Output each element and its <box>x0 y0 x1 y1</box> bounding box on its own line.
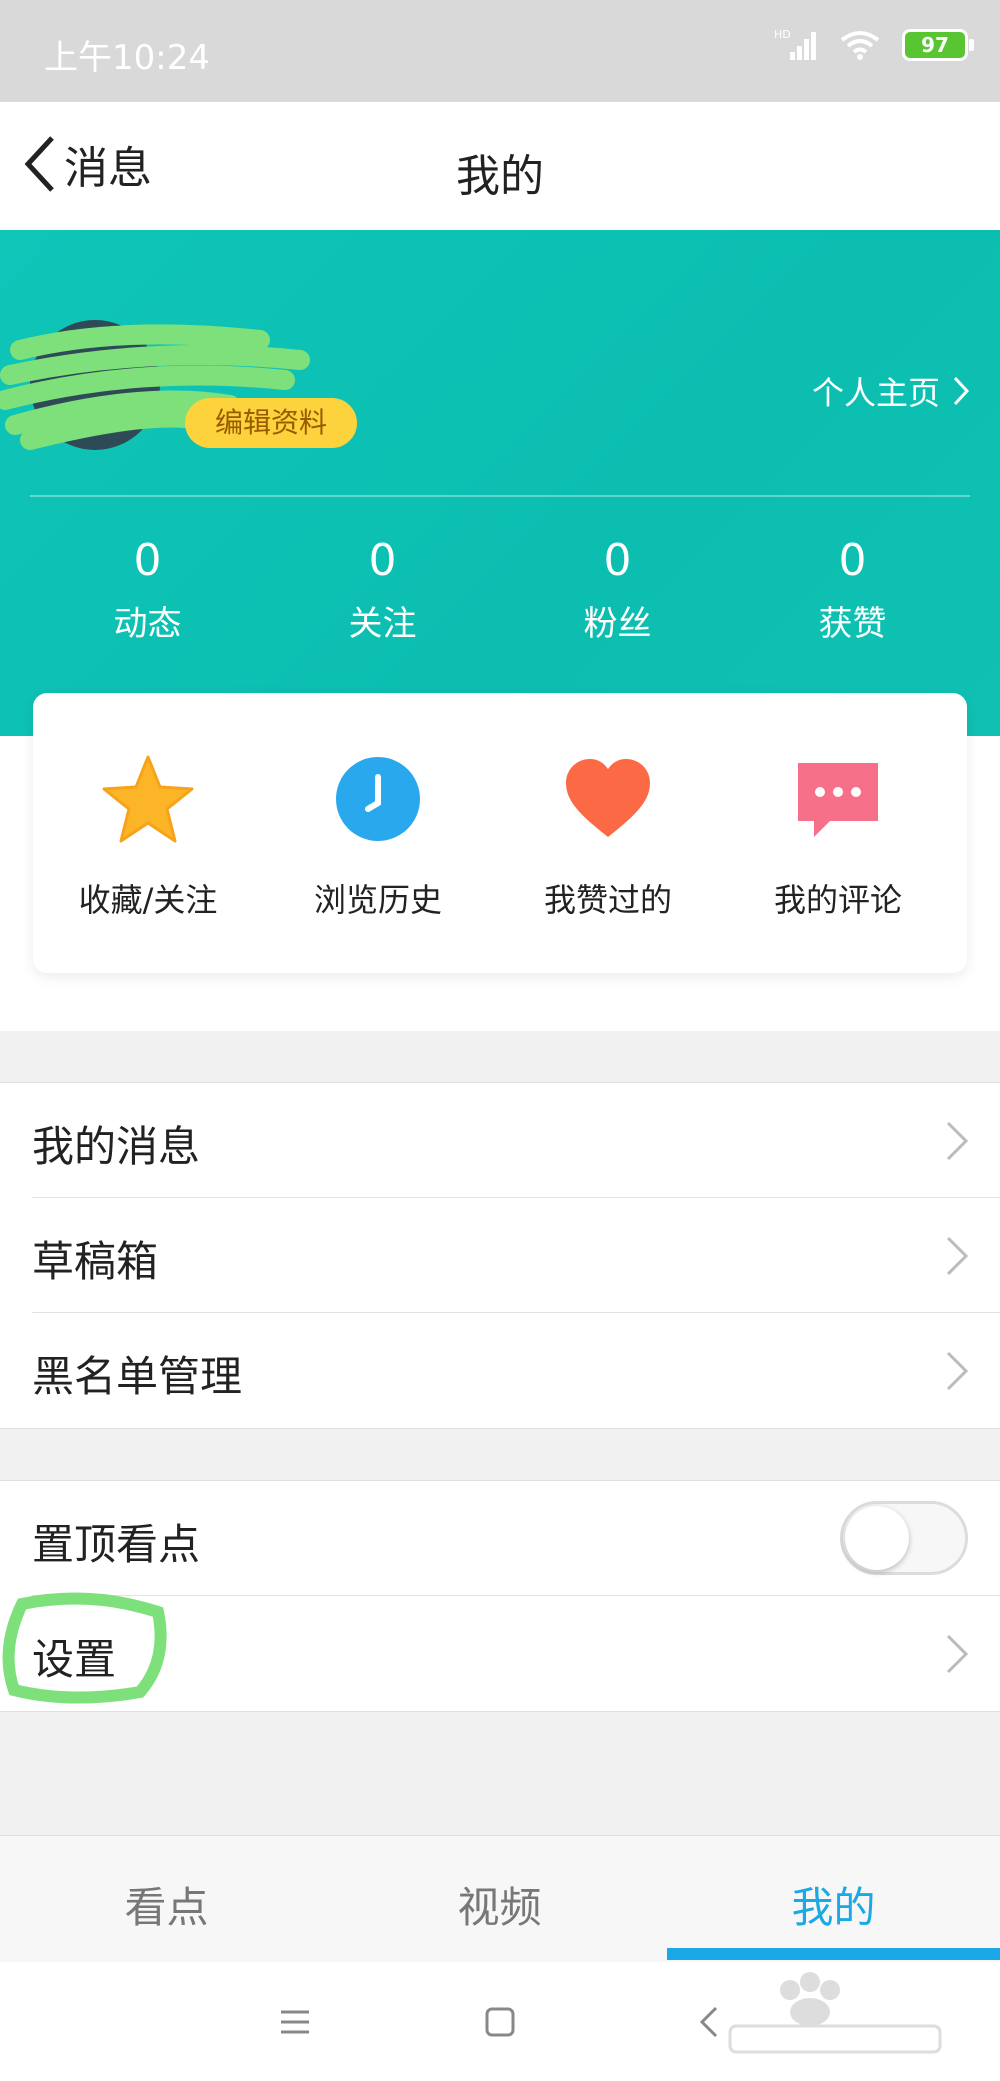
chevron-right-icon <box>946 1121 969 1161</box>
status-icons: HD 97 <box>774 28 974 62</box>
status-bar: 上午10:24 HD 97 <box>0 0 1000 102</box>
stat-value: 0 <box>368 535 397 586</box>
status-time: 上午10:24 <box>44 38 210 78</box>
tab-video[interactable]: 视频 <box>333 1874 666 1935</box>
bottom-tab-bar: 看点 视频 我的 <box>0 1835 1000 1964</box>
menu-item-blacklist[interactable]: 黑名单管理 <box>0 1313 1000 1428</box>
stat-label: 关注 <box>348 604 417 644</box>
stat-following[interactable]: 0 关注 <box>265 535 500 645</box>
homepage-label: 个人主页 <box>811 374 940 412</box>
star-icon <box>102 755 194 843</box>
personal-homepage-link[interactable]: 个人主页 <box>812 368 970 414</box>
stat-label: 粉丝 <box>583 604 652 644</box>
chevron-right-icon <box>946 1236 969 1276</box>
tab-kandian[interactable]: 看点 <box>0 1874 333 1935</box>
stat-label: 获赞 <box>818 604 887 644</box>
top-nav-bar: 消息 我的 <box>0 102 1000 230</box>
menu-item-pin-feed: 置顶看点 <box>0 1481 1000 1596</box>
edit-profile-button[interactable]: 编辑资料 <box>185 398 357 448</box>
menu-list-primary: 我的消息 草稿箱 黑名单管理 <box>0 1082 1000 1429</box>
shortcut-label: 我的评论 <box>773 881 902 919</box>
shortcut-favorites[interactable]: 收藏/关注 <box>33 751 263 921</box>
stat-posts[interactable]: 0 动态 <box>30 535 265 645</box>
stat-label: 动态 <box>113 604 182 644</box>
shortcut-history[interactable]: 浏览历史 <box>263 751 493 921</box>
stat-value: 0 <box>838 535 867 586</box>
clock-icon <box>336 757 420 841</box>
battery-icon: 97 <box>902 29 974 61</box>
heart-icon <box>566 759 650 837</box>
menu-item-label: 草稿箱 <box>32 1237 159 1286</box>
annotation-circle <box>2 1592 167 1704</box>
baidu-watermark-logo <box>728 1972 942 2054</box>
stat-value: 0 <box>603 535 632 586</box>
menu-item-my-messages[interactable]: 我的消息 <box>0 1083 1000 1198</box>
profile-divider <box>30 495 970 497</box>
tab-mine[interactable]: 我的 <box>667 1874 1000 1935</box>
shortcut-card: 收藏/关注 浏览历史 我赞过的 我的评论 <box>33 693 967 973</box>
pin-feed-toggle[interactable] <box>840 1501 968 1575</box>
chevron-right-icon <box>946 1351 969 1391</box>
wifi-icon <box>840 31 880 60</box>
shortcut-comments[interactable]: 我的评论 <box>723 751 953 921</box>
active-tab-indicator <box>667 1948 1000 1960</box>
menu-item-drafts[interactable]: 草稿箱 <box>0 1198 1000 1313</box>
shortcut-liked[interactable]: 我赞过的 <box>493 751 723 921</box>
menu-item-label: 置顶看点 <box>32 1520 201 1569</box>
signal-icon: HD <box>774 28 816 60</box>
chevron-right-icon <box>953 376 970 406</box>
stat-likes[interactable]: 0 获赞 <box>735 535 970 645</box>
menu-item-label: 我的消息 <box>32 1122 201 1171</box>
comment-icon <box>798 763 878 837</box>
profile-header: 编辑资料 个人主页 0 动态 0 关注 0 粉丝 0 获赞 <box>0 230 1000 736</box>
stat-fans[interactable]: 0 粉丝 <box>500 535 735 645</box>
shortcut-label: 我赞过的 <box>543 881 672 919</box>
toggle-knob <box>845 1506 909 1570</box>
chevron-right-icon <box>946 1634 969 1674</box>
menu-item-label: 黑名单管理 <box>32 1352 243 1401</box>
shortcut-label: 浏览历史 <box>313 881 442 919</box>
shortcut-label: 收藏/关注 <box>78 881 218 919</box>
network-label: HD <box>774 28 791 41</box>
stat-value: 0 <box>133 535 162 586</box>
menu-icon[interactable] <box>265 1992 325 2052</box>
page-title: 我的 <box>456 151 544 202</box>
home-icon[interactable] <box>470 1992 530 2052</box>
